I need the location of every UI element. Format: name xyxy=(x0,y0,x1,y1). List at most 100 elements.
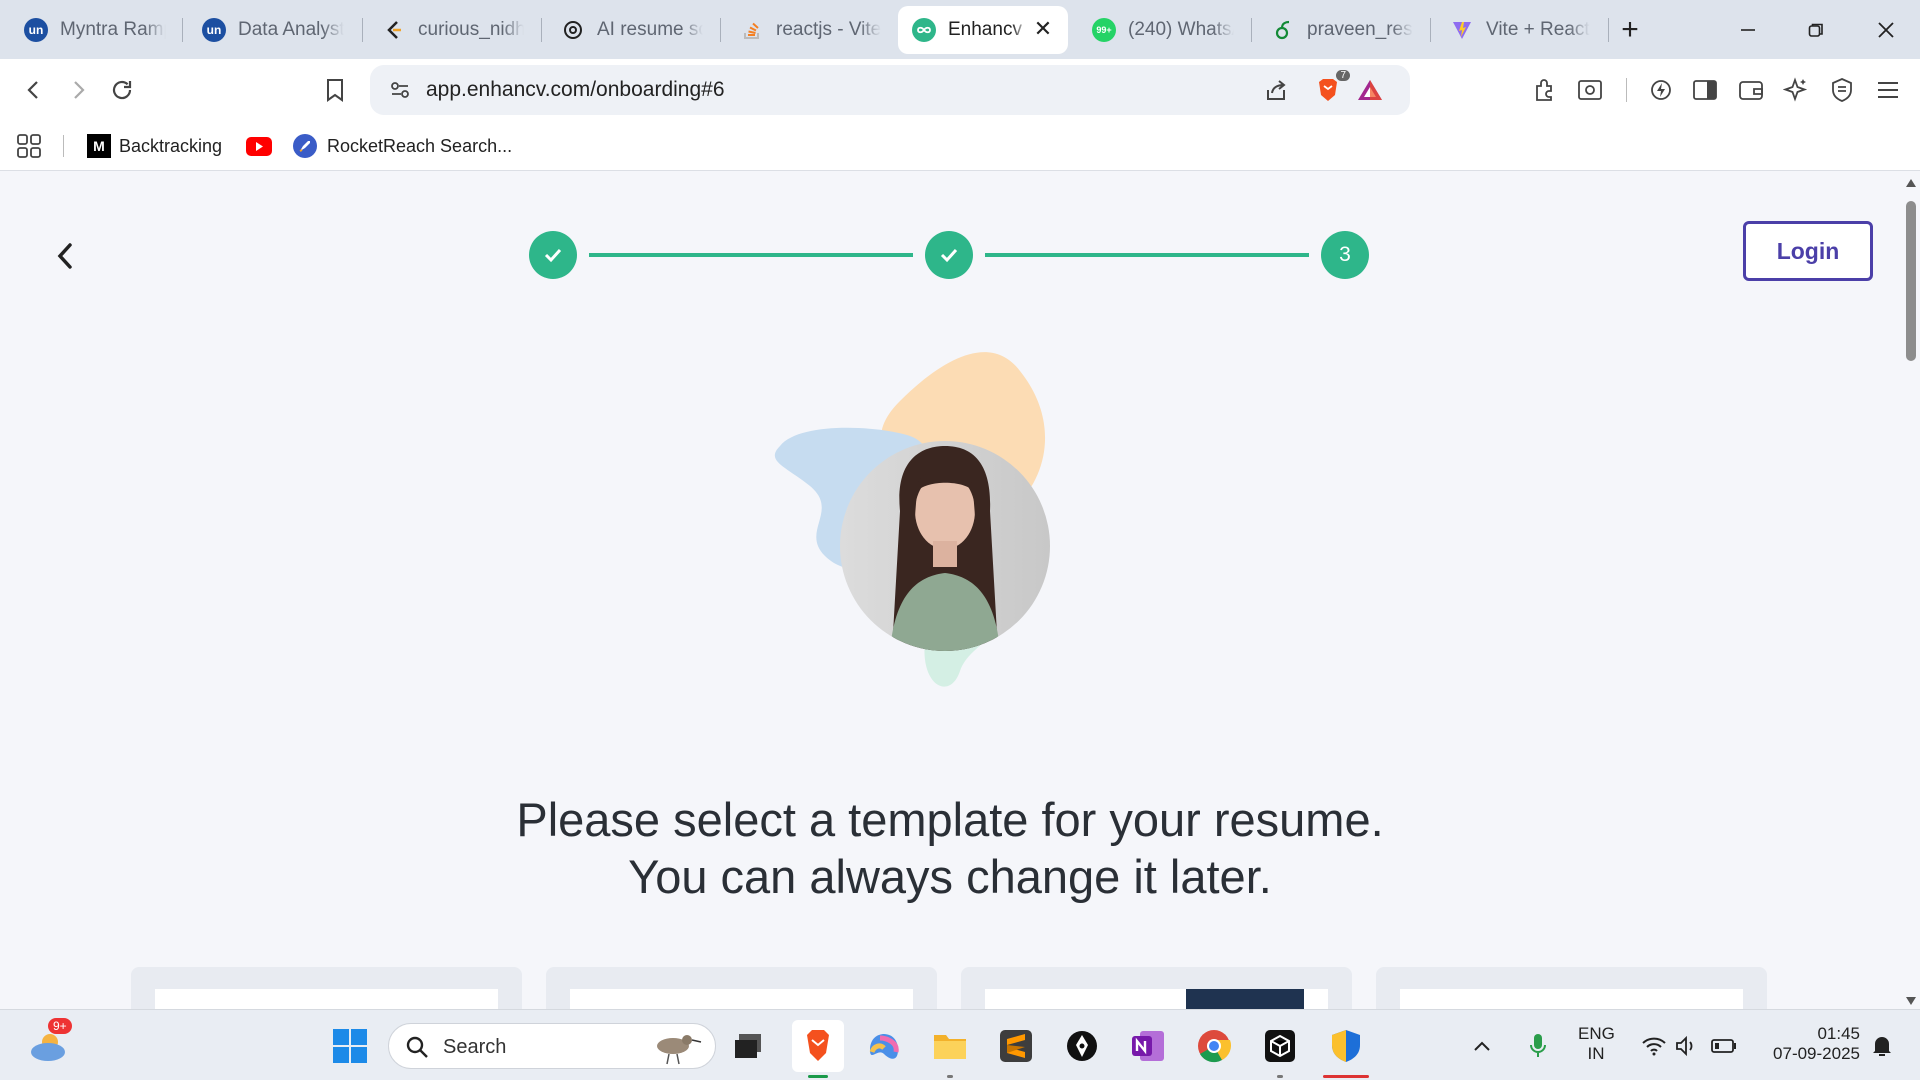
taskbar-3d-app[interactable] xyxy=(1254,1020,1306,1078)
reload-icon xyxy=(112,80,132,100)
brave-rewards-icon[interactable] xyxy=(1352,72,1388,108)
template-card[interactable] xyxy=(961,967,1352,1009)
windows-taskbar: 9+ Search ENG IN 01:45 07-09-2025 xyxy=(0,1009,1920,1080)
show-hidden-icons-button[interactable] xyxy=(1464,1020,1500,1072)
tab-overleaf[interactable]: praveen_res xyxy=(1257,6,1427,54)
step-1-complete xyxy=(529,231,577,279)
back-button[interactable] xyxy=(16,72,52,108)
tab-chatgpt[interactable]: AI resume sc xyxy=(547,6,717,54)
notification-bell-icon xyxy=(1873,1037,1891,1056)
reader-mode-icon[interactable] xyxy=(1572,72,1608,108)
wifi-button[interactable] xyxy=(1636,1020,1672,1072)
close-window-button[interactable] xyxy=(1858,6,1914,54)
forward-button[interactable] xyxy=(60,72,96,108)
extensions-icon[interactable] xyxy=(1527,72,1563,108)
volume-icon xyxy=(1676,1035,1693,1057)
close-icon xyxy=(1878,22,1894,38)
security-shield-icon xyxy=(1332,1030,1360,1062)
bookmark-button[interactable] xyxy=(317,72,353,108)
bookmark-youtube[interactable] xyxy=(246,132,272,160)
start-button[interactable] xyxy=(324,1020,376,1072)
template-sidebar-block xyxy=(1186,989,1304,1009)
toolbar-divider xyxy=(1626,78,1627,102)
microphone-button[interactable] xyxy=(1520,1020,1556,1072)
address-bar[interactable]: app.enhancv.com/onboarding#6 7 xyxy=(370,65,1410,115)
taskbar-search[interactable]: Search xyxy=(388,1023,716,1069)
restore-button[interactable] xyxy=(1788,6,1844,54)
taskbar-chrome[interactable] xyxy=(1188,1020,1240,1072)
openai-icon xyxy=(561,18,585,42)
sidebar-toggle-icon[interactable] xyxy=(1687,72,1723,108)
weather-widget[interactable]: 9+ xyxy=(22,1018,74,1072)
search-placeholder: Search xyxy=(443,1036,507,1058)
taskbar-brave[interactable] xyxy=(792,1020,844,1078)
volume-button[interactable] xyxy=(1668,1020,1704,1072)
active-indicator xyxy=(808,1075,828,1078)
headline-line-2: You can always change it later. xyxy=(628,850,1272,903)
page-headline: Please select a template for your resume… xyxy=(0,791,1900,905)
check-icon xyxy=(544,248,562,263)
onboarding-page: 3 Login Please select a template for you… xyxy=(0,171,1920,1009)
scrollbar-thumb[interactable] xyxy=(1906,201,1916,361)
new-tab-button[interactable]: + xyxy=(1602,6,1658,54)
wallet-icon[interactable] xyxy=(1733,72,1769,108)
close-tab-icon[interactable]: ✕ xyxy=(1030,16,1056,42)
step-3-current: 3 xyxy=(1321,231,1369,279)
tab-myntra[interactable]: un Myntra Ramp xyxy=(10,6,180,54)
forward-arrow-icon xyxy=(74,81,85,99)
reload-button[interactable] xyxy=(104,72,140,108)
taskbar-pen-app[interactable] xyxy=(1056,1020,1108,1072)
tab-title: Enhancv xyxy=(948,19,1022,40)
notifications-button[interactable] xyxy=(1864,1020,1900,1072)
share-icon[interactable] xyxy=(1258,72,1294,108)
language-indicator[interactable]: ENG IN xyxy=(1578,1024,1615,1064)
taskbar-file-explorer[interactable] xyxy=(924,1020,976,1078)
minimize-button[interactable] xyxy=(1720,6,1776,54)
task-view-button[interactable] xyxy=(722,1020,774,1072)
battery-button[interactable] xyxy=(1706,1020,1742,1072)
leo-ai-icon[interactable] xyxy=(1778,72,1814,108)
chevron-left-icon xyxy=(57,243,72,269)
scroll-up-icon[interactable] xyxy=(1906,179,1916,187)
tab-title: AI resume sc xyxy=(597,19,703,40)
tab-enhancv[interactable]: Enhancv ✕ xyxy=(898,6,1068,54)
template-preview xyxy=(1400,989,1743,1009)
running-indicator xyxy=(947,1075,953,1078)
menu-icon[interactable] xyxy=(1870,72,1906,108)
clock-date: 07-09-2025 xyxy=(1773,1044,1860,1063)
microphone-icon xyxy=(1530,1034,1546,1057)
vpn-shield-icon[interactable] xyxy=(1824,72,1860,108)
scroll-down-icon[interactable] xyxy=(1906,997,1916,1005)
url-text: app.enhancv.com/onboarding#6 xyxy=(426,78,725,101)
tab-whatsapp[interactable]: 99+ (240) WhatsA xyxy=(1078,6,1248,54)
template-preview xyxy=(155,989,498,1009)
weather-badge: 9+ xyxy=(48,1018,72,1034)
tab-title: reactjs - Vite xyxy=(776,19,882,40)
tab-stackoverflow[interactable]: reactjs - Vite xyxy=(726,6,896,54)
apps-button[interactable] xyxy=(16,132,42,160)
bookmark-rocketreach[interactable]: RocketReach Search... xyxy=(293,132,512,160)
tab-leetcode[interactable]: curious_nidhi xyxy=(368,6,538,54)
taskbar-security[interactable] xyxy=(1320,1020,1372,1078)
tab-vite[interactable]: Vite + React xyxy=(1436,6,1606,54)
enhancv-icon xyxy=(912,18,936,42)
template-card[interactable] xyxy=(546,967,937,1009)
page-scrollbar[interactable] xyxy=(1902,171,1920,1009)
vite-icon xyxy=(1450,18,1474,42)
unstop-icon: un xyxy=(24,18,48,42)
tab-separator xyxy=(1430,18,1431,42)
back-nav-button[interactable] xyxy=(50,239,82,273)
login-button[interactable]: Login xyxy=(1743,221,1873,281)
taskbar-sublime[interactable] xyxy=(990,1020,1042,1072)
site-settings-icon[interactable] xyxy=(382,72,418,108)
taskbar-copilot[interactable] xyxy=(858,1020,910,1072)
clock[interactable]: 01:45 07-09-2025 xyxy=(1756,1024,1860,1064)
taskbar-onenote[interactable] xyxy=(1122,1020,1174,1072)
bookmark-backtracking[interactable]: M Backtracking xyxy=(87,132,222,160)
brave-shields-icon[interactable]: 7 xyxy=(1310,70,1350,108)
speedreader-icon[interactable] xyxy=(1643,72,1679,108)
whatsapp-badge: 99+ xyxy=(1096,25,1112,35)
template-card[interactable] xyxy=(131,967,522,1009)
template-card[interactable] xyxy=(1376,967,1767,1009)
tab-data-analyst[interactable]: un Data Analyst xyxy=(188,6,358,54)
